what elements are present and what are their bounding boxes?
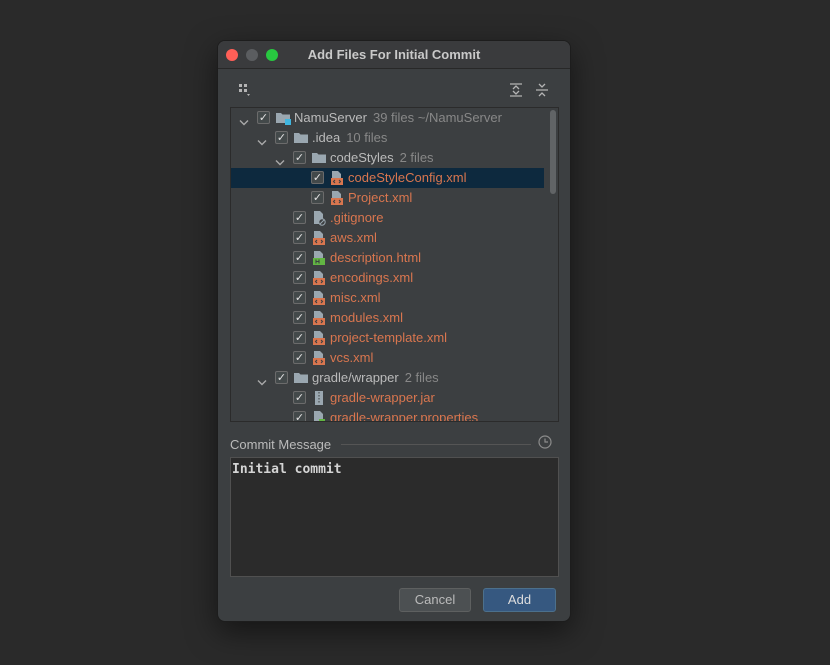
file-checkbox[interactable]: ✓: [293, 271, 306, 284]
xml-file-icon: [311, 350, 327, 366]
file-checkbox[interactable]: ✓: [311, 191, 324, 204]
file-checkbox[interactable]: ✓: [293, 391, 306, 404]
file-checkbox[interactable]: ✓: [293, 231, 306, 244]
tree-row[interactable]: ✓ gradle-wrapper.jar: [231, 388, 544, 408]
tree-item-label: gradle/wrapper 2 files: [312, 370, 439, 385]
tree-row[interactable]: ✓ vcs.xml: [231, 348, 544, 368]
tree-item-label: .gitignore: [330, 210, 384, 225]
tree-item-meta: 39 files ~/NamuServer: [372, 110, 502, 125]
tree-item-label: gradle-wrapper.properties: [330, 410, 479, 422]
tree-row[interactable]: ✓ .gitignore: [231, 208, 544, 228]
tree-row[interactable]: ✓ modules.xml: [231, 308, 544, 328]
tree-row[interactable]: ✓ encodings.xml: [231, 268, 544, 288]
folder-icon: [293, 370, 309, 386]
tree-row[interactable]: ✓ gradle/wrapper 2 files: [231, 368, 544, 388]
tree-row[interactable]: ✓ aws.xml: [231, 228, 544, 248]
file-checkbox[interactable]: ✓: [293, 311, 306, 324]
file-checkbox[interactable]: ✓: [293, 151, 306, 164]
properties-file-icon: [311, 410, 327, 421]
folder-icon: [293, 130, 309, 146]
xml-file-icon: [311, 290, 327, 306]
tree-item-label: misc.xml: [330, 290, 381, 305]
group-by-icon[interactable]: [238, 83, 252, 102]
tree-row[interactable]: ✓ Project.xml: [231, 188, 544, 208]
tree-scrollbar[interactable]: [550, 110, 556, 194]
tree-item-meta: 2 files: [399, 150, 434, 165]
tree-row[interactable]: ✓ codeStyleConfig.xml: [231, 168, 544, 188]
gitignore-file-icon: [311, 210, 327, 226]
tree-item-label: NamuServer 39 files ~/NamuServer: [294, 110, 502, 125]
file-checkbox[interactable]: ✓: [275, 371, 288, 384]
tree-item-meta: 2 files: [404, 370, 439, 385]
file-checkbox[interactable]: ✓: [293, 291, 306, 304]
tree-row[interactable]: ✓ codeStyles 2 files: [231, 148, 544, 168]
tree-item-meta: 10 files: [346, 130, 388, 145]
add-files-dialog: Add Files For Initial Commit ✓ NamuServer…: [217, 40, 571, 622]
cancel-button[interactable]: Cancel: [399, 588, 471, 612]
tree-row[interactable]: ✓ .idea 10 files: [231, 128, 544, 148]
file-checkbox[interactable]: ✓: [311, 171, 324, 184]
jar-file-icon: [311, 390, 327, 406]
tree-item-label: project-template.xml: [330, 330, 448, 345]
tree-item-label: aws.xml: [330, 230, 377, 245]
expand-all-icon[interactable]: [509, 83, 523, 102]
tree-item-label: description.html: [330, 250, 422, 265]
file-checkbox[interactable]: ✓: [275, 131, 288, 144]
folder-icon: [311, 150, 327, 166]
tree-item-label: encodings.xml: [330, 270, 414, 285]
xml-file-icon: [329, 170, 345, 186]
tree-item-label: Project.xml: [348, 190, 413, 205]
tree-item-label: modules.xml: [330, 310, 403, 325]
tree-item-label: gradle-wrapper.jar: [330, 390, 435, 405]
xml-file-icon: [329, 190, 345, 206]
xml-file-icon: [311, 310, 327, 326]
tree-item-label: vcs.xml: [330, 350, 374, 365]
file-checkbox[interactable]: ✓: [293, 351, 306, 364]
tree-item-label: codeStyles 2 files: [330, 150, 434, 165]
dialog-title: Add Files For Initial Commit: [307, 47, 481, 62]
file-checkbox[interactable]: ✓: [257, 111, 270, 124]
html-file-icon: [311, 250, 327, 266]
changed-files-tree[interactable]: ✓ NamuServer 39 files ~/NamuServer ✓ .idea 10…: [230, 107, 559, 422]
xml-file-icon: [311, 270, 327, 286]
tree-row[interactable]: ✓ description.html: [231, 248, 544, 268]
add-button[interactable]: Add: [483, 588, 556, 612]
tree-row[interactable]: ✓ misc.xml: [231, 288, 544, 308]
collapse-all-icon[interactable]: [535, 83, 549, 102]
file-checkbox[interactable]: ✓: [293, 331, 306, 344]
xml-file-icon: [311, 230, 327, 246]
commit-message-label: Commit Message: [230, 437, 332, 452]
file-checkbox[interactable]: ✓: [293, 411, 306, 421]
tree-item-label: codeStyleConfig.xml: [348, 170, 467, 185]
commit-message-separator: [341, 444, 531, 445]
file-checkbox[interactable]: ✓: [293, 251, 306, 264]
xml-file-icon: [311, 330, 327, 346]
clock-icon[interactable]: [538, 435, 552, 454]
title-bar: Add Files For Initial Commit: [218, 41, 570, 69]
commit-message-input[interactable]: Initial commit: [230, 457, 559, 577]
tree-row[interactable]: ✓ gradle-wrapper.properties: [231, 408, 544, 422]
file-checkbox[interactable]: ✓: [293, 211, 306, 224]
tree-row[interactable]: ✓ project-template.xml: [231, 328, 544, 348]
module-folder-icon: [275, 110, 291, 126]
tree-item-label: .idea 10 files: [312, 130, 388, 145]
tree-row[interactable]: ✓ NamuServer 39 files ~/NamuServer: [231, 108, 544, 128]
